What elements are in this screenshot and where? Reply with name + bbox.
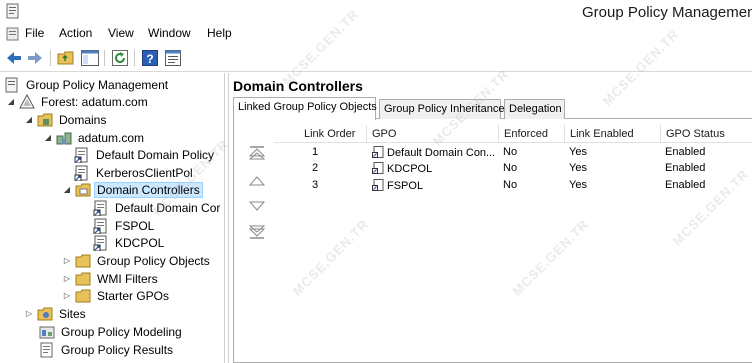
show-hide-tree-icon[interactable]	[80, 48, 100, 68]
tree-item-gpo-link-default-domain-cor[interactable]: Default Domain Cor	[93, 199, 222, 216]
tree-item-domains[interactable]: ◢ Domains	[24, 111, 108, 128]
sites-icon	[37, 307, 53, 320]
collapse-icon[interactable]: ◢	[6, 97, 16, 107]
table-header: Link Order GPO Enforced Link Enabled GPO…	[274, 125, 752, 143]
refresh-icon[interactable]	[110, 48, 130, 68]
menu-bar: File Action View Window Help	[0, 24, 752, 44]
tree-item-gpo-link-fspol[interactable]: FSPOL	[93, 217, 156, 234]
tree-item-wmi-filters[interactable]: ▷ WMI Filters	[62, 270, 160, 287]
col-gpo[interactable]: GPO	[366, 125, 498, 143]
col-link-order[interactable]: Link Order	[274, 125, 366, 143]
back-icon[interactable]	[4, 48, 24, 68]
modeling-icon	[39, 326, 55, 338]
tree-item-domain-controllers[interactable]: ◢ Domain Controllers	[62, 181, 203, 198]
properties-icon[interactable]	[163, 48, 183, 68]
col-enforced[interactable]: Enforced	[498, 125, 564, 143]
table-row[interactable]: 2 KDCPOL No Yes Enabled	[274, 161, 752, 177]
menu-help[interactable]: Help	[207, 26, 232, 40]
tree-item-gpo-link-default-domain-policy[interactable]: Default Domain Policy	[74, 146, 216, 163]
tree-item-starter-gpos[interactable]: ▷ Starter GPOs	[62, 287, 171, 304]
expand-icon[interactable]: ▷	[62, 291, 72, 301]
forward-icon[interactable]	[25, 48, 45, 68]
tree-item-group-policy-objects[interactable]: ▷ Group Policy Objects	[62, 252, 212, 269]
col-link-enabled[interactable]: Link Enabled	[564, 125, 660, 143]
folder-icon	[75, 272, 91, 285]
tree-item-forest[interactable]: ◢ Forest: adatum.com	[6, 93, 150, 110]
tree-item-gp-modeling[interactable]: Group Policy Modeling	[39, 323, 184, 340]
gpo-link-icon	[372, 162, 384, 174]
expand-icon[interactable]: ▷	[62, 274, 72, 284]
tree-item-gpm-root[interactable]: Group Policy Management	[4, 76, 170, 93]
menu-action[interactable]: Action	[59, 26, 92, 40]
window-title: Group Policy Management	[582, 4, 752, 21]
collapse-icon[interactable]: ◢	[43, 133, 53, 143]
folder-icon	[75, 289, 91, 302]
linked-gpos-panel: Link Order GPO Enforced Link Enabled GPO…	[233, 119, 752, 363]
move-down-icon[interactable]	[249, 199, 265, 213]
move-to-top-icon[interactable]	[249, 146, 265, 160]
col-gpo-status[interactable]: GPO Status	[660, 125, 752, 143]
folder-up-icon[interactable]	[56, 48, 76, 68]
gpo-link-icon	[372, 179, 384, 191]
gpm-icon	[5, 77, 18, 92]
move-up-icon[interactable]	[249, 174, 265, 188]
table-row[interactable]: 1 Default Domain Con... No Yes Enabled	[274, 145, 752, 161]
gpo-link-icon	[74, 165, 88, 181]
expand-icon[interactable]: ▷	[62, 256, 72, 266]
tab-linked-gpos[interactable]: Linked Group Policy Objects	[233, 97, 377, 120]
forest-icon	[19, 93, 35, 108]
tree-item-gpo-link-kerberosclientpol[interactable]: KerberosClientPol	[74, 164, 195, 181]
tree-item-sites[interactable]: ▷ Sites	[24, 305, 88, 322]
toolbar: ?	[0, 44, 752, 72]
gpo-link-icon	[93, 218, 107, 234]
folder-icon	[75, 254, 91, 267]
menu-window[interactable]: Window	[148, 26, 191, 40]
gpo-link-icon	[74, 147, 88, 163]
menu-view[interactable]: View	[108, 26, 134, 40]
svg-text:?: ?	[146, 52, 153, 66]
tab-strip: Linked Group Policy Objects Group Policy…	[233, 97, 752, 120]
tab-delegation[interactable]: Delegation	[504, 99, 565, 119]
domain-icon	[56, 132, 72, 144]
page-title: Domain Controllers	[233, 78, 363, 94]
gpmc-app-icon	[6, 3, 19, 19]
domains-icon	[37, 113, 53, 126]
console-tree[interactable]: Group Policy Management ◢ Forest: adatum…	[0, 73, 225, 363]
move-to-bottom-icon[interactable]	[249, 225, 265, 239]
gpo-link-icon	[372, 146, 384, 158]
tree-item-gp-results[interactable]: Group Policy Results	[39, 341, 175, 358]
details-pane: Domain Controllers Linked Group Policy O…	[228, 73, 752, 363]
collapse-icon[interactable]: ◢	[62, 185, 72, 195]
gpo-link-icon	[93, 235, 107, 251]
tree-item-domain-adatum[interactable]: ◢ adatum.com	[43, 129, 146, 146]
tree-item-gpo-link-kdcpol[interactable]: KDCPOL	[93, 234, 166, 251]
title-bar: Group Policy Management	[0, 0, 752, 24]
help-icon[interactable]: ?	[140, 48, 160, 68]
table-row[interactable]: 3 FSPOL No Yes Enabled	[274, 178, 752, 194]
gpo-link-icon	[93, 200, 107, 216]
menu-file[interactable]: File	[25, 26, 44, 40]
ou-folder-icon	[75, 183, 91, 196]
expand-icon[interactable]: ▷	[24, 309, 34, 319]
collapse-icon[interactable]: ◢	[24, 115, 34, 125]
system-menu-icon[interactable]	[6, 27, 20, 41]
tab-gp-inheritance[interactable]: Group Policy Inheritance	[379, 99, 504, 119]
results-icon	[40, 342, 53, 357]
